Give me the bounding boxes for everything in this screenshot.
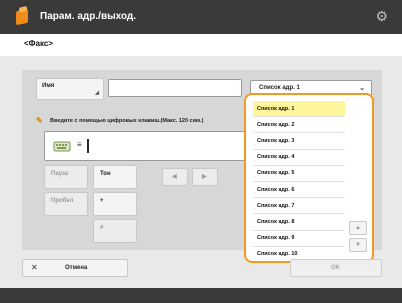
list-item[interactable]: Список адр. 5 bbox=[253, 166, 345, 182]
chevron-down-icon: ▼ bbox=[355, 242, 361, 248]
ok-button-label: OK bbox=[331, 265, 340, 271]
name-button-label: Имя bbox=[42, 83, 55, 89]
tone-key[interactable]: Тон bbox=[93, 165, 137, 189]
cancel-button[interactable]: ✕ Отмена bbox=[22, 259, 128, 277]
bottom-bar bbox=[0, 288, 402, 303]
list-item[interactable]: Список адр. 6 bbox=[253, 182, 345, 199]
ok-button[interactable]: OK bbox=[290, 259, 382, 277]
list-item[interactable]: Список адр. 7 bbox=[253, 198, 345, 215]
close-icon: ✕ bbox=[31, 263, 38, 272]
hash-key[interactable]: # bbox=[93, 219, 137, 243]
chevron-down-icon: ⌄ bbox=[359, 85, 365, 92]
list-item[interactable]: Список адр. 3 bbox=[253, 133, 345, 150]
pencil-icon: ✎ bbox=[36, 116, 43, 125]
scroll-down-button[interactable]: ▼ bbox=[349, 238, 367, 252]
hint-text: Введите с помощью цифровых клавиш.(Макс.… bbox=[50, 118, 204, 124]
hash-key-label: # bbox=[100, 225, 104, 231]
space-key-label: Пробел bbox=[51, 198, 74, 204]
tone-key-label: Тон bbox=[100, 171, 111, 177]
keyboard-icon[interactable] bbox=[53, 139, 73, 153]
space-key[interactable]: Пробел bbox=[44, 192, 88, 216]
plus-key-label: + bbox=[100, 198, 104, 204]
cursor-right-button[interactable]: ▶ bbox=[192, 168, 218, 186]
list-item[interactable]: Список адр. 1 bbox=[253, 101, 345, 118]
window-title: Парам. адр./выход. bbox=[40, 11, 137, 22]
address-list-popup: Список адр. 1 Список адр. 2 Список адр. … bbox=[244, 93, 374, 263]
cursor-left-button[interactable]: ◀ bbox=[162, 168, 188, 186]
text-cursor bbox=[87, 139, 89, 153]
pause-key[interactable]: Пауза bbox=[44, 165, 88, 189]
chevron-left-icon: ◀ bbox=[172, 174, 177, 180]
list-item[interactable]: Список адр. 2 bbox=[253, 117, 345, 134]
input-hint: ✎ Введите с помощью цифровых клавиш.(Мак… bbox=[36, 115, 251, 127]
plus-key[interactable]: + bbox=[93, 192, 137, 216]
cancel-button-label: Отмена bbox=[65, 265, 88, 271]
list-item[interactable]: Список адр. 4 bbox=[253, 150, 345, 166]
document-app-icon bbox=[16, 8, 28, 26]
corner-arrow-icon: ◢ bbox=[95, 90, 99, 96]
pause-key-label: Пауза bbox=[51, 171, 69, 177]
dropdown-selected-value: Список адр. 1 bbox=[259, 85, 300, 91]
name-input[interactable] bbox=[108, 79, 242, 97]
sub-header: <Факс> bbox=[0, 34, 402, 56]
page-title: <Факс> bbox=[24, 39, 53, 48]
scroll-up-button[interactable]: ▲ bbox=[349, 221, 367, 235]
input-marker: ≡ bbox=[77, 140, 82, 149]
gear-icon[interactable]: ⚙ bbox=[375, 9, 388, 23]
list-item[interactable]: Список адр. 9 bbox=[253, 231, 345, 247]
list-item[interactable]: Список адр. 8 bbox=[253, 214, 345, 231]
chevron-up-icon: ▲ bbox=[355, 225, 361, 231]
name-button[interactable]: Имя ◢ bbox=[36, 78, 104, 100]
chevron-right-icon: ▶ bbox=[202, 174, 207, 180]
address-list: Список адр. 1 Список адр. 2 Список адр. … bbox=[253, 101, 345, 261]
fax-number-input[interactable]: ≡ bbox=[44, 131, 254, 161]
title-bar: Парам. адр./выход. ⚙ bbox=[0, 0, 402, 34]
